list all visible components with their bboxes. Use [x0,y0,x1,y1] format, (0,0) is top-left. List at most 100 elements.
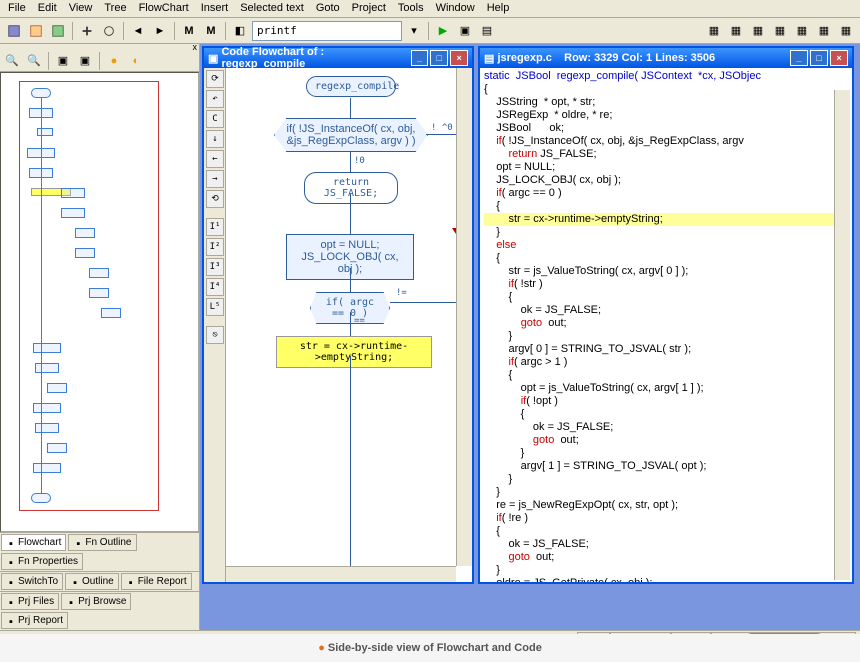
code-line: } [484,564,848,577]
edge-label: !0 [354,156,365,166]
tool-btn[interactable] [77,21,97,41]
tab-outline[interactable]: ▪Outline [65,573,119,590]
menu-view[interactable]: View [63,0,99,17]
flow-tool-btn[interactable]: I¹ [206,218,224,236]
tool-btn[interactable]: ▦ [836,21,856,41]
menu-window[interactable]: Window [430,0,481,17]
menu-flowchart[interactable]: FlowChart [133,0,195,17]
search-combo[interactable] [252,21,402,41]
tool-btn[interactable]: ● [104,51,124,71]
left-tabs: ▪SwitchTo▪Outline▪File Report [0,571,199,591]
flow-tool-btn[interactable]: L⁵ [206,298,224,316]
left-tabs: ▪Flowchart▪Fn Outline ▪Fn Properties [0,532,199,571]
code-line: { [484,200,848,213]
tool-btn[interactable]: ▦ [748,21,768,41]
tool-btn[interactable] [99,21,119,41]
vscrollbar[interactable] [834,90,850,580]
code-line: JSRegExp * oldre, * re; [484,109,848,122]
tool-btn[interactable]: ▣ [455,21,475,41]
minimize-button[interactable]: _ [790,50,808,66]
tool-btn[interactable]: ◄ [128,21,148,41]
window-titlebar[interactable]: ▤ jsregexp.c Row: 3329 Col: 1 Lines: 350… [480,48,852,68]
tab-prj-report[interactable]: ▪Prj Report [1,612,68,629]
tab-prj-browse[interactable]: ▪Prj Browse [61,593,131,610]
tool-btn[interactable]: ▦ [726,21,746,41]
code-line: if( !opt ) [484,395,848,408]
file-icon: ▤ [484,52,494,65]
node-start[interactable]: regexp_compile [306,76,396,97]
tool-btn[interactable]: ◧ [230,21,250,41]
tool-btn[interactable]: ▦ [704,21,724,41]
dropdown-icon[interactable]: ▾ [404,21,424,41]
flow-tool-btn[interactable]: ⎋ [206,326,224,344]
tab-icon: ▪ [70,577,80,587]
tab-icon: ▪ [73,538,83,548]
menu-selected-text[interactable]: Selected text [234,0,310,17]
code-line: else [484,239,848,252]
tab-file-report[interactable]: ▪File Report [121,573,192,590]
hscrollbar[interactable] [226,566,456,582]
tab-flowchart[interactable]: ▪Flowchart [1,534,66,551]
play-icon[interactable]: ▶ [433,21,453,41]
window-titlebar[interactable]: ▣ Code Flowchart of : regexp_compile _ □… [204,48,472,68]
vscrollbar[interactable] [456,68,472,566]
flow-tool-btn[interactable]: I² [206,238,224,256]
close-button[interactable]: × [450,50,468,66]
code-line: ok = JS_FALSE; [484,421,848,434]
minimize-button[interactable]: _ [411,50,429,66]
tool-btn[interactable] [4,21,24,41]
flow-tool-btn[interactable]: ⟲ [206,190,224,208]
tool-btn[interactable] [48,21,68,41]
flow-tool-btn[interactable]: I³ [206,258,224,276]
close-button[interactable]: × [830,50,848,66]
left-panel: x 🔍 🔍 ▣ ▣ ● ◐ [0,44,200,630]
menu-tools[interactable]: Tools [392,0,430,17]
maximize-button[interactable]: □ [810,50,828,66]
menu-goto[interactable]: Goto [310,0,346,17]
flow-tool-btn[interactable]: ⟳ [206,70,224,88]
menu-tree[interactable]: Tree [98,0,132,17]
zoom-in-icon[interactable]: 🔍 [2,51,22,71]
flow-tool-btn[interactable]: I⁴ [206,278,224,296]
overview-canvas[interactable] [0,72,199,532]
tab-switchto[interactable]: ▪SwitchTo [1,573,63,590]
zoom-out-icon[interactable]: 🔍 [24,51,44,71]
tool-btn[interactable] [26,21,46,41]
node-decision[interactable]: if( !JS_InstanceOf( cx, obj, &js_RegExpC… [274,118,428,152]
node-return[interactable]: return JS_FALSE; [304,172,398,204]
code-line: oldre = JS_GetPrivate( cx, obj ); [484,577,848,582]
tool-btn[interactable]: ▦ [770,21,790,41]
tab-fn-outline[interactable]: ▪Fn Outline [68,534,136,551]
menu-project[interactable]: Project [346,0,392,17]
flow-tool-btn[interactable]: ↓ [206,130,224,148]
menu-help[interactable]: Help [481,0,516,17]
tool-btn[interactable]: ▦ [792,21,812,41]
menu-file[interactable]: File [2,0,32,17]
code-line: goto out; [484,317,848,330]
code-line: goto out; [484,551,848,564]
tool-btn[interactable]: ▤ [477,21,497,41]
tool-btn[interactable]: M [179,21,199,41]
tool-btn[interactable]: M [201,21,221,41]
flow-tool-btn[interactable]: C [206,110,224,128]
code-line: ok = JS_FALSE; [484,304,848,317]
code-editor[interactable]: static JSBool regexp_compile( JSContext … [480,68,852,582]
flowchart-canvas[interactable]: regexp_compile if( !JS_InstanceOf( cx, o… [226,68,472,582]
tool-btn[interactable]: ▣ [75,51,95,71]
code-line: JS_LOCK_OBJ( cx, obj ); [484,174,848,187]
menu-insert[interactable]: Insert [195,0,235,17]
tool-btn[interactable]: ► [150,21,170,41]
code-line: } [484,447,848,460]
tool-btn[interactable]: ▦ [814,21,834,41]
flow-tool-btn[interactable]: ↶ [206,90,224,108]
tool-btn[interactable]: ◐ [126,51,146,71]
flow-tool-btn[interactable]: ← [206,150,224,168]
tab-fn-properties[interactable]: ▪Fn Properties [1,553,83,570]
menu-edit[interactable]: Edit [32,0,63,17]
flow-tool-btn[interactable]: → [206,170,224,188]
code-line: JSString * opt, * str; [484,96,848,109]
tab-prj-files[interactable]: ▪Prj Files [1,593,59,610]
tool-btn[interactable]: ▣ [53,51,73,71]
maximize-button[interactable]: □ [430,50,448,66]
node-highlighted[interactable]: str = cx->runtime->emptyString; [276,336,432,368]
